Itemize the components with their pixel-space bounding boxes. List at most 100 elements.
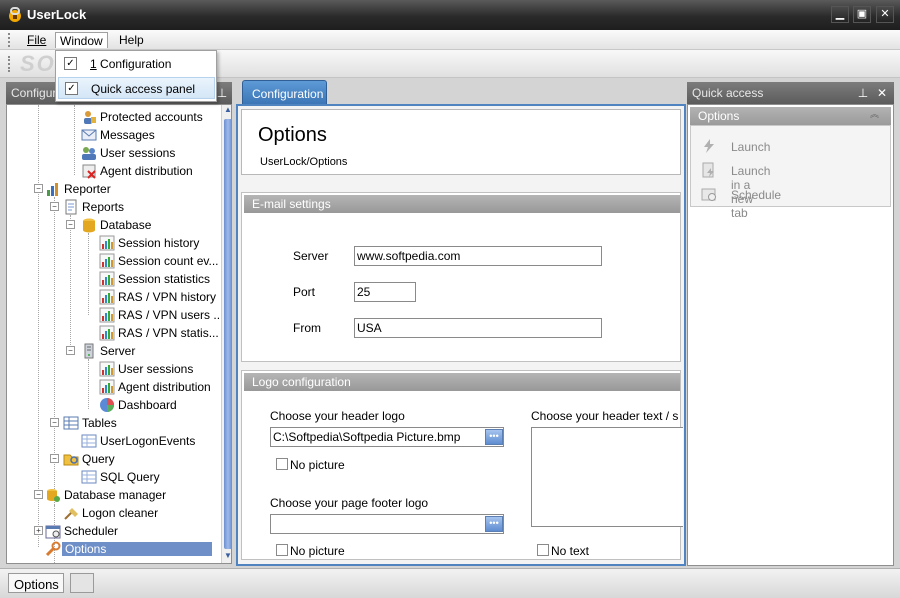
header-logo-input[interactable] — [270, 427, 504, 447]
tree-item-label: Reports — [82, 200, 125, 214]
tree-line — [38, 105, 39, 547]
tree-expander-query[interactable]: − — [50, 454, 59, 463]
query-icon — [63, 454, 79, 466]
maximize-icon: ▣ — [856, 8, 868, 20]
menu-bar: File Window Help — [0, 30, 900, 50]
protected-accounts-icon — [84, 111, 96, 124]
pin-button[interactable]: ⊥ — [855, 85, 871, 101]
user-sessions-icon — [82, 147, 96, 160]
schedule-icon — [701, 188, 716, 201]
quick-access-launch-label: Launch — [731, 140, 771, 154]
no-text-checkbox[interactable] — [537, 544, 549, 556]
menu-item-quick-access-panel[interactable]: ✓ Quick access panel — [58, 77, 215, 99]
no-text-label: No text — [551, 544, 590, 558]
header-no-picture-checkbox[interactable] — [276, 458, 288, 470]
tree-item-label: Session statistics — [118, 272, 211, 286]
status-tab-blank[interactable] — [70, 573, 94, 593]
close-button[interactable]: ✕ — [876, 6, 894, 23]
tree-expander-tables[interactable]: − — [50, 418, 59, 427]
tree-item-label: Agent distribution — [100, 164, 193, 178]
tree-item-label: Protected accounts — [100, 110, 203, 124]
tree-expander-database[interactable]: − — [66, 220, 75, 229]
scroll-down-icon[interactable]: ▼ — [224, 551, 231, 560]
minimize-button[interactable]: ▁ — [831, 6, 849, 23]
tree-scrollbar-thumb[interactable] — [224, 119, 231, 549]
tree-expander-reports[interactable]: − — [50, 202, 59, 211]
tab-configuration[interactable]: Configuration — [242, 80, 327, 104]
reports-icon — [65, 199, 77, 215]
table-icon — [81, 470, 97, 484]
tree-item-label: Query — [82, 452, 115, 466]
agent-distribution-icon — [82, 164, 96, 179]
menu-help[interactable]: Help — [115, 32, 148, 48]
menu-help-label: Help — [119, 33, 144, 47]
scroll-up-icon[interactable]: ▲ — [224, 105, 231, 114]
toolbar-grip — [8, 56, 11, 72]
tree-scrollbar[interactable]: ▲ ▼ — [221, 105, 231, 563]
quick-access-close-button[interactable]: ✕ — [874, 85, 890, 101]
footer-logo-label: Choose your page footer logo — [270, 496, 429, 510]
maximize-button[interactable]: ▣ — [853, 6, 871, 23]
logon-cleaner-icon — [64, 508, 78, 520]
tree-line — [88, 359, 89, 409]
from-input[interactable] — [354, 318, 602, 338]
tree-expander-scheduler[interactable]: + — [34, 526, 43, 535]
quick-access-title: Quick access — [692, 86, 764, 100]
header-logo-label: Choose your header logo — [270, 409, 405, 423]
tree-item-label: Scheduler — [64, 524, 119, 538]
check-icon: ✓ — [65, 82, 78, 95]
dashboard-icon — [100, 398, 114, 412]
tables-icon — [63, 416, 79, 430]
logo-configuration-title: Logo configuration — [252, 375, 351, 389]
tab-configuration-label: Configuration — [252, 87, 324, 101]
scheduler-icon — [45, 525, 61, 539]
tree-item-label: Messages — [100, 128, 155, 142]
status-bar: Options — [0, 568, 900, 598]
launch-icon — [704, 139, 714, 153]
header-text-area[interactable] — [531, 427, 683, 527]
pin-icon: ⊥ — [216, 86, 228, 100]
quick-access-schedule-label: Schedule — [731, 188, 782, 202]
pin-icon: ⊥ — [857, 86, 869, 100]
server-label: Server — [293, 249, 329, 263]
database-manager-icon — [47, 489, 60, 502]
menu-window[interactable]: Window — [55, 32, 108, 48]
page-title: Options — [258, 124, 327, 146]
quick-access-section-title: Options — [698, 109, 740, 123]
options-header-box: Options UserLock/Options — [241, 109, 681, 175]
report-chart-icon — [99, 271, 115, 287]
launch-new-tab-icon — [702, 162, 714, 178]
collapse-icon[interactable]: ︽ — [870, 107, 879, 120]
email-settings-title: E-mail settings — [252, 197, 331, 211]
menubar-grip — [8, 33, 11, 47]
menu-item-quick-access-label: Quick access panel — [91, 82, 196, 96]
quick-access-options-header[interactable]: Options ︽ — [690, 107, 891, 125]
tree-item-label: Options — [62, 542, 212, 556]
footer-logo-browse-button[interactable]: ••• — [485, 516, 503, 532]
footer-logo-input[interactable] — [270, 514, 504, 534]
tree-line — [74, 105, 75, 175]
header-logo-browse-button[interactable]: ••• — [485, 429, 503, 445]
tree-item-label: Server — [100, 344, 136, 358]
server-input[interactable] — [354, 246, 602, 266]
footer-no-picture-checkbox[interactable] — [276, 544, 288, 556]
menu-file[interactable]: File — [23, 32, 50, 48]
table-icon — [81, 434, 97, 448]
configuration-tree: Protected accounts Messages User session… — [6, 104, 232, 564]
database-icon — [83, 218, 95, 233]
tree-item-label: Session count ev... — [118, 254, 219, 268]
report-chart-icon — [99, 253, 115, 269]
tree-expander-reporter[interactable]: − — [34, 184, 43, 193]
reporter-icon — [47, 183, 58, 196]
menu-item-configuration[interactable]: ✓ 1 Configuration — [58, 53, 215, 75]
tree-item-label: Logon cleaner — [82, 506, 159, 520]
tree-item-label: RAS / VPN users ... — [118, 308, 224, 322]
tree-expander-server[interactable]: − — [66, 346, 75, 355]
port-input[interactable] — [354, 282, 416, 302]
status-tab-options[interactable]: Options — [8, 573, 64, 593]
tree-item-label: RAS / VPN history — [118, 290, 217, 304]
tree-item-label: Agent distribution — [118, 380, 211, 394]
tree-item-label: Reporter — [64, 182, 111, 196]
report-chart-icon — [99, 307, 115, 323]
tree-expander-database-manager[interactable]: − — [34, 490, 43, 499]
